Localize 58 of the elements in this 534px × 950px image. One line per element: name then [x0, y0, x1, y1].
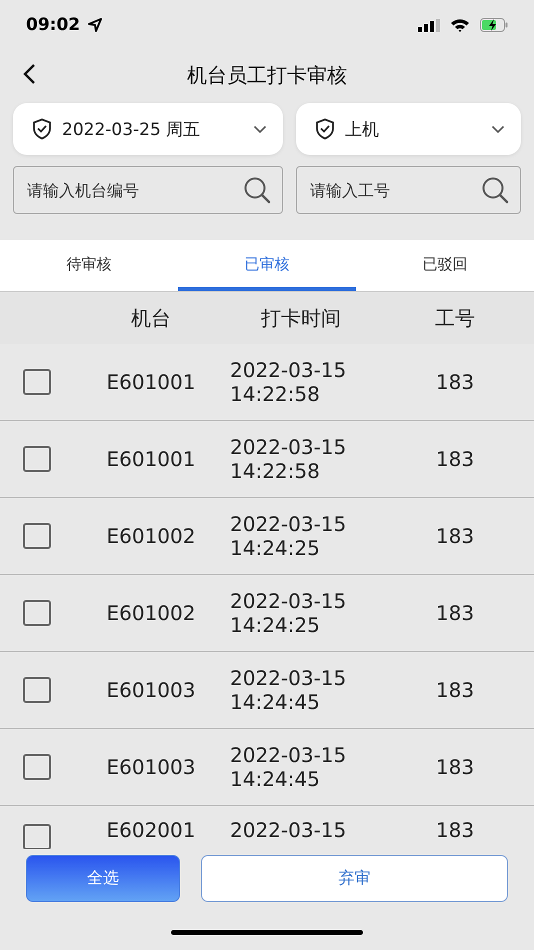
- checkbox[interactable]: [23, 523, 51, 549]
- table-cell: 2022-03-15: [230, 512, 346, 536]
- table-cell-text: 183: [434, 524, 476, 548]
- checkbox[interactable]: [23, 369, 51, 395]
- table-cell: 14:24:25: [230, 613, 320, 637]
- checkbox[interactable]: [23, 446, 51, 472]
- battery-icon: [480, 18, 508, 32]
- shield-check-icon: [315, 118, 335, 140]
- checkbox[interactable]: [23, 677, 51, 703]
- table-cell: 2022-03-15: [230, 589, 346, 613]
- table-cell-text: E601003: [106, 755, 196, 779]
- action-button[interactable]: 弃审: [201, 855, 508, 902]
- shield-check-icon: [32, 118, 52, 140]
- table-cell: 2022-03-15: [230, 743, 346, 767]
- search-icon: [481, 176, 509, 204]
- dropdown[interactable]: 2022-03-25 周五: [13, 103, 283, 155]
- table-cell: 14:22:58: [230, 382, 320, 406]
- column-header: 工号: [434, 304, 476, 332]
- select-all-button[interactable]: 全选: [26, 855, 180, 902]
- location-arrow-icon: [88, 18, 102, 32]
- chevron-down-icon: [491, 124, 505, 134]
- table-cell: 2022-03-15: [230, 358, 346, 382]
- table-cell-text: 183: [434, 601, 476, 625]
- checkbox[interactable]: [23, 754, 51, 780]
- column-header: 机台: [130, 304, 172, 332]
- table-cell: 2022-03-15: [230, 818, 346, 842]
- table-cell: 14:24:25: [230, 536, 320, 560]
- tab[interactable]: 待审核: [0, 240, 178, 291]
- table-cell-text: 183: [434, 447, 476, 471]
- table-cell-text: E602001: [106, 818, 196, 842]
- status-time: 09:02: [26, 15, 80, 35]
- back-button[interactable]: [22, 63, 36, 85]
- table-cell: 14:24:45: [230, 690, 320, 714]
- page-title: 机台员工打卡审核: [187, 62, 347, 88]
- search-field[interactable]: 请输入机台编号: [13, 166, 283, 214]
- signal-icon: [418, 18, 440, 32]
- table-cell-text: 183: [434, 755, 476, 779]
- table-cell: 14:22:58: [230, 459, 320, 483]
- table-cell-text: 183: [434, 678, 476, 702]
- dropdown[interactable]: 上机: [296, 103, 521, 155]
- tab[interactable]: 已驳回: [356, 240, 534, 291]
- table-cell: 14:24:45: [230, 767, 320, 791]
- search-field[interactable]: 请输入工号: [296, 166, 521, 214]
- table-cell: 2022-03-15: [230, 666, 346, 690]
- wifi-icon: [450, 18, 470, 32]
- column-header: 打卡时间: [260, 304, 342, 332]
- table-cell-text: E601002: [106, 601, 196, 625]
- chevron-down-icon: [253, 124, 267, 134]
- table-cell-text: 183: [434, 370, 476, 394]
- search-icon: [243, 176, 271, 204]
- checkbox[interactable]: [23, 600, 51, 626]
- checkbox[interactable]: [23, 824, 51, 849]
- table-cell: 2022-03-15: [230, 435, 346, 459]
- table-cell-text: E601001: [106, 370, 196, 394]
- table-cell-text: E601002: [106, 524, 196, 548]
- table-cell-text: 183: [434, 818, 476, 842]
- table-cell-text: E601001: [106, 447, 196, 471]
- table-cell-text: E601003: [106, 678, 196, 702]
